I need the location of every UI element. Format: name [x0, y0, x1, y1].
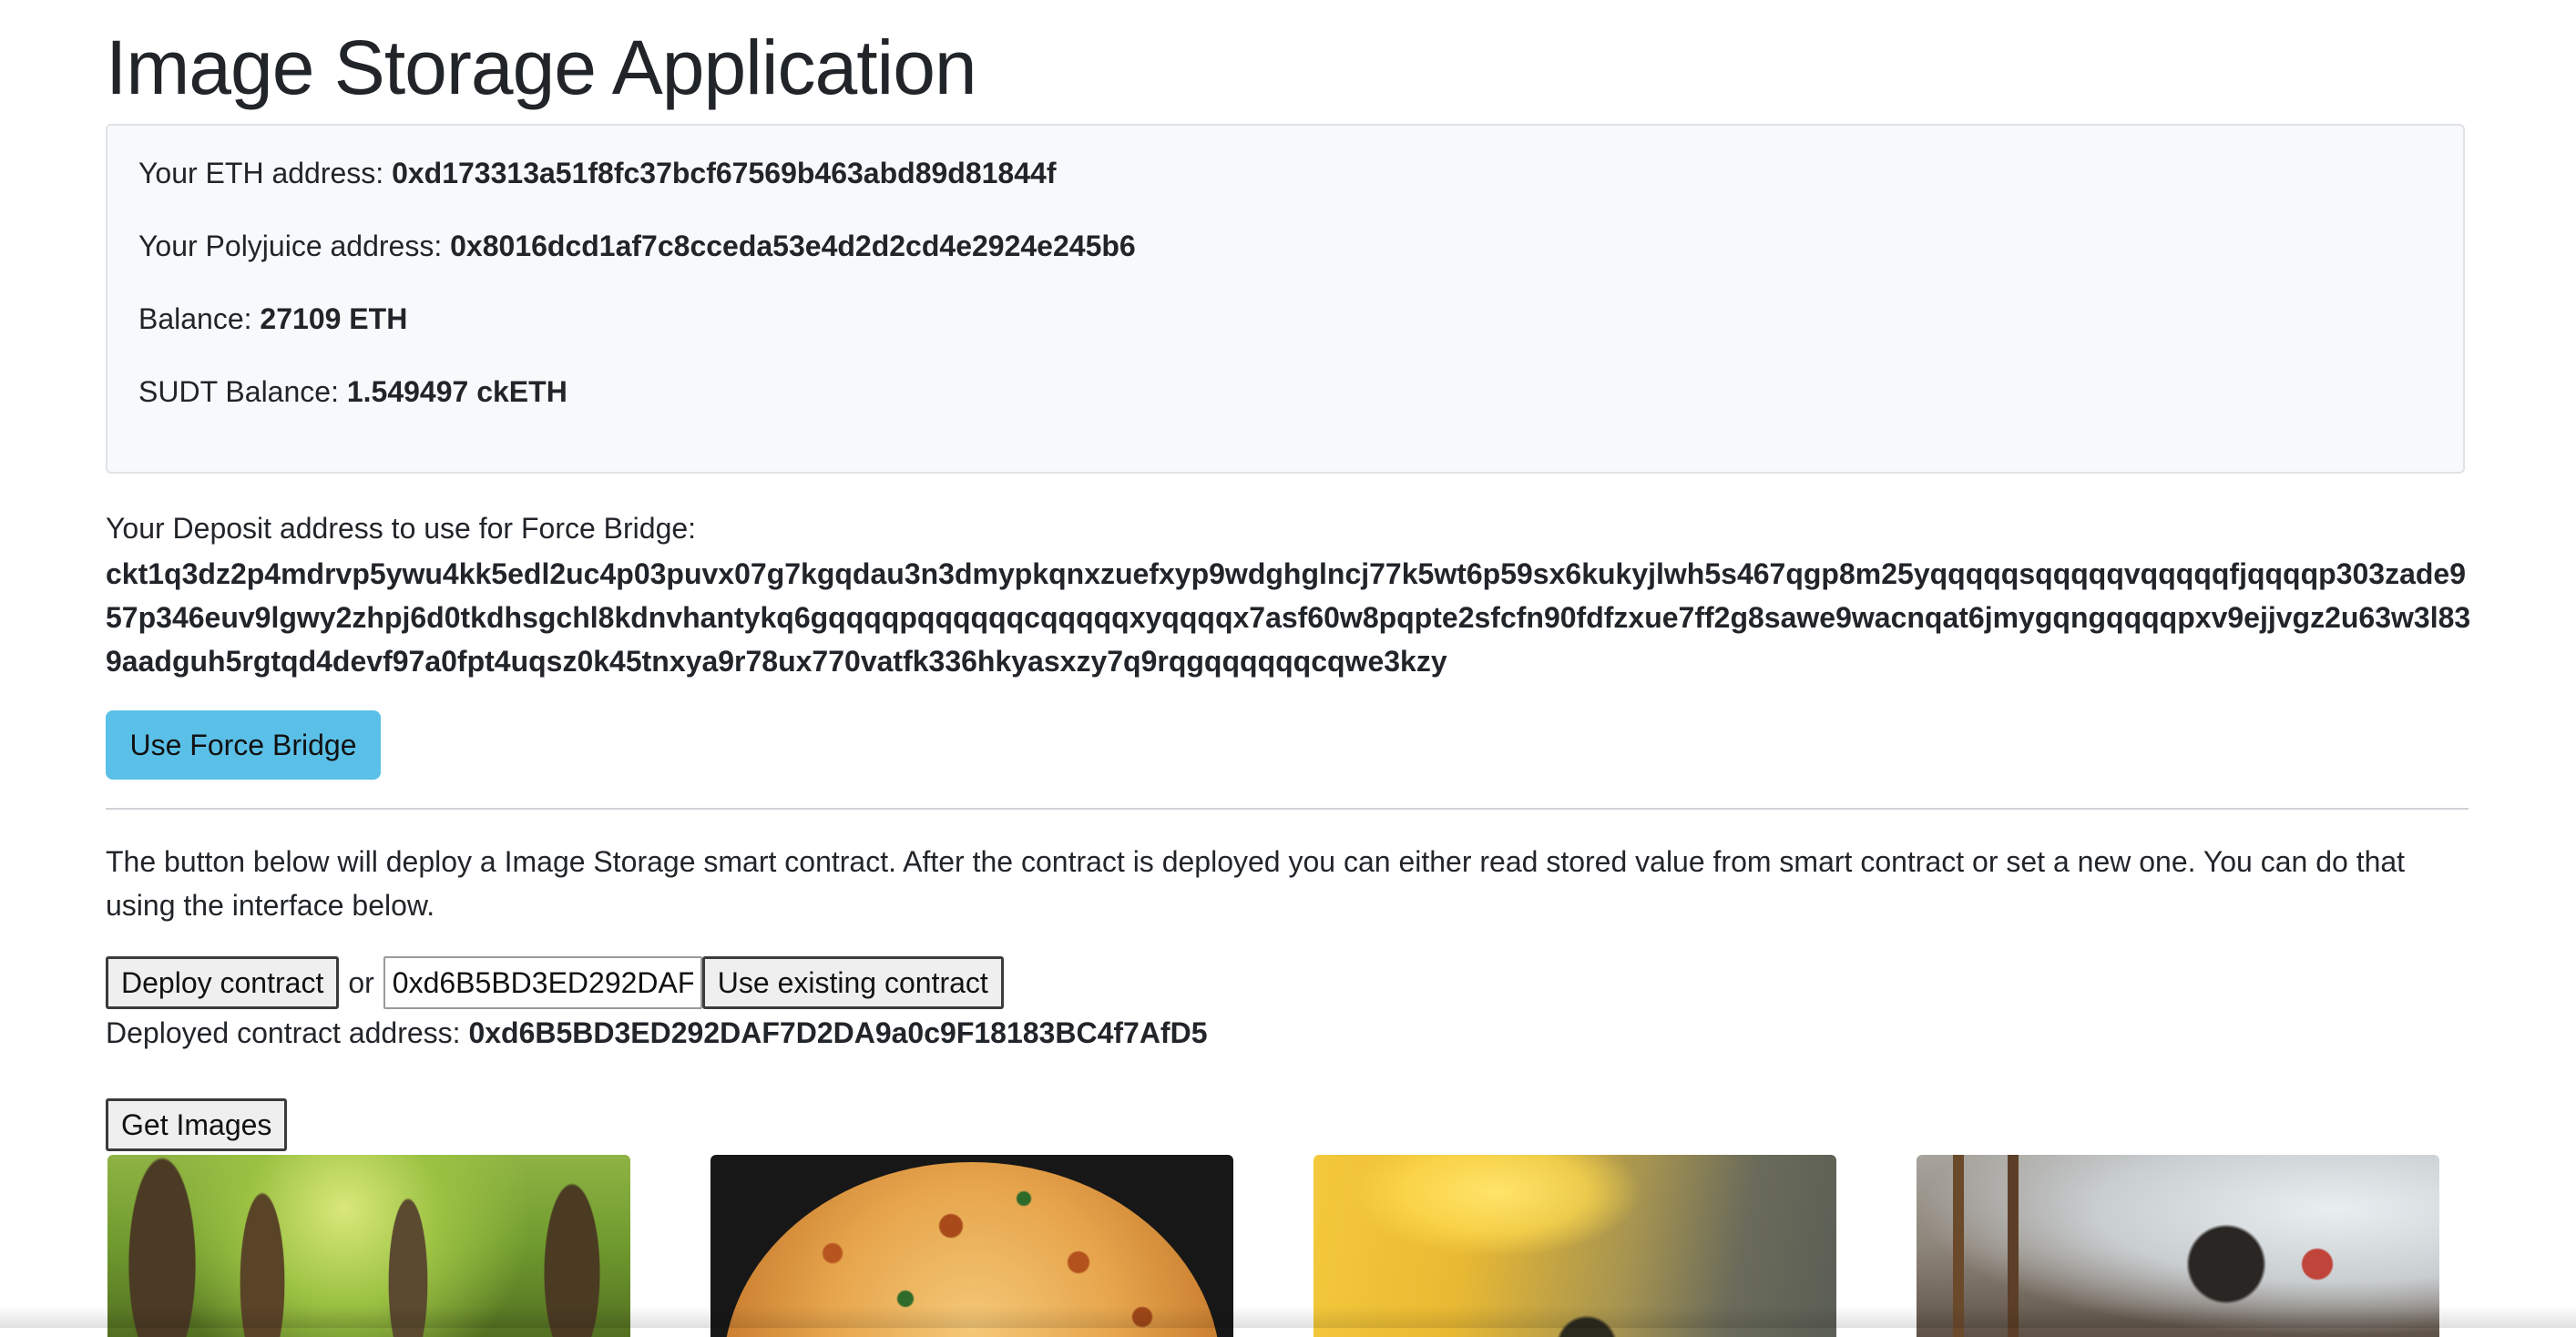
use-existing-contract-button[interactable]: Use existing contract [701, 956, 1004, 1009]
balance-label: Balance: [138, 302, 252, 335]
contract-address-input[interactable] [383, 956, 702, 1009]
polyjuice-address-label: Your Polyjuice address: [138, 230, 443, 262]
contract-controls: Deploy contract or Use existing contract [106, 956, 1004, 1009]
account-info-panel: Your ETH address: 0xd173313a51f8fc37bcf6… [106, 124, 2465, 474]
bottom-edge-shadow [0, 1306, 2576, 1328]
eth-address-value: 0xd173313a51f8fc37bcf67569b463abd89d8184… [392, 157, 1057, 189]
polyjuice-address-value: 0x8016dcd1af7c8cceda53e4d2d2cd4e2924e245… [450, 230, 1136, 262]
balance-value: 27109 ETH [260, 302, 408, 335]
use-force-bridge-button[interactable]: Use Force Bridge [106, 710, 381, 780]
balance-line: Balance: 27109 ETH [138, 301, 407, 337]
section-divider [106, 808, 2469, 810]
deploy-contract-button[interactable]: Deploy contract [106, 956, 340, 1009]
sudt-balance-label: SUDT Balance: [138, 375, 339, 408]
deployed-contract-line: Deployed contract address: 0xd6B5BD3ED29… [106, 1015, 1207, 1051]
deployed-contract-value: 0xd6B5BD3ED292DAF7D2DA9a0c9F18183BC4f7Af… [468, 1016, 1208, 1049]
eth-address-label: Your ETH address: [138, 157, 384, 189]
page-title: Image Storage Application [106, 25, 977, 110]
eth-address-line: Your ETH address: 0xd173313a51f8fc37bcf6… [138, 155, 1056, 191]
deposit-address-value: ckt1q3dz2p4mdrvp5ywu4kk5edl2uc4p03puvx07… [106, 557, 2471, 678]
polyjuice-address-line: Your Polyjuice address: 0x8016dcd1af7c8c… [138, 228, 1136, 264]
sudt-balance-value: 1.549497 ckETH [346, 375, 567, 408]
get-images-button[interactable]: Get Images [106, 1098, 288, 1151]
deposit-address-label: Your Deposit address to use for Force Br… [106, 512, 697, 545]
or-text: or [348, 965, 374, 999]
deployed-contract-label: Deployed contract address: [106, 1016, 461, 1049]
contract-description: The button below will deploy a Image Sto… [106, 845, 2406, 922]
sudt-balance-line: SUDT Balance: 1.549497 ckETH [138, 373, 567, 410]
